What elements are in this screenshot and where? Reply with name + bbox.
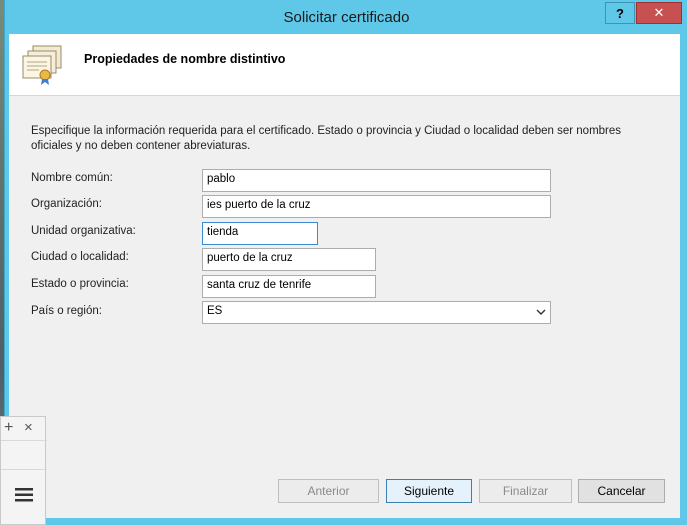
finish-button[interactable]: Finalizar (479, 479, 572, 503)
organization-field[interactable]: ies puerto de la cruz (202, 195, 551, 218)
certificate-icon (22, 45, 62, 85)
chevron-down-icon (536, 309, 546, 315)
side-panel-divider (1, 469, 47, 470)
window-title: Solicitar certificado (283, 9, 410, 26)
org-unit-field[interactable]: tienda (202, 222, 318, 245)
side-panel-toolbar: + × (1, 417, 47, 441)
add-icon[interactable]: + (4, 419, 13, 437)
floating-side-panel: + × (0, 416, 47, 525)
window-bottom-edge (46, 518, 687, 525)
close-button[interactable]: ✕ (636, 2, 682, 24)
state-label: Estado o provincia: (31, 278, 129, 290)
next-button[interactable]: Siguiente (386, 479, 472, 503)
close-icon[interactable]: × (24, 419, 33, 436)
request-certificate-dialog: Solicitar certificado ? ✕ Propiedades de… (4, 0, 687, 525)
dialog-content: Propiedades de nombre distintivo Especif… (9, 34, 680, 518)
city-label: Ciudad o localidad: (31, 251, 129, 263)
hamburger-menu-icon[interactable] (15, 488, 33, 502)
org-unit-label: Unidad organizativa: (31, 225, 136, 237)
country-select[interactable]: ES (202, 301, 551, 324)
common-name-label: Nombre común: (31, 172, 113, 184)
state-field[interactable]: santa cruz de tenrife (202, 275, 376, 298)
cancel-button[interactable]: Cancelar (578, 479, 665, 503)
page-title: Propiedades de nombre distintivo (84, 52, 286, 66)
common-name-field[interactable]: pablo (202, 169, 551, 192)
country-select-value: ES (207, 305, 223, 317)
country-label: País o región: (31, 305, 102, 317)
title-bar[interactable]: Solicitar certificado ? ✕ (5, 0, 687, 34)
wizard-header: Propiedades de nombre distintivo (9, 34, 680, 96)
city-field[interactable]: puerto de la cruz (202, 248, 376, 271)
instructions-text: Especifique la información requerida par… (31, 125, 622, 152)
help-button[interactable]: ? (605, 2, 635, 24)
organization-label: Organización: (31, 198, 102, 210)
back-button[interactable]: Anterior (278, 479, 379, 503)
